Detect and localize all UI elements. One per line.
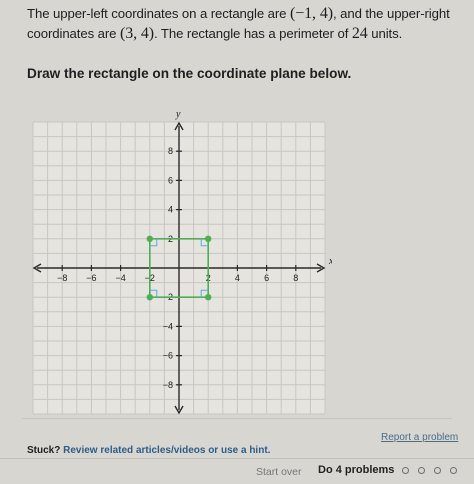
progress-dot	[402, 467, 409, 474]
coordinate-plane[interactable]: xy−8−6−4−224688642−2−4−6−8	[22, 96, 332, 418]
x-tick-label: 8	[293, 273, 298, 283]
report-problem-link[interactable]: Report a problem	[381, 432, 458, 443]
do-problems-label: Do 4 problems	[318, 464, 395, 476]
y-tick-label: −8	[163, 380, 173, 390]
coordinate-plane-svg[interactable]: xy−8−6−4−224688642−2−4−6−8	[22, 96, 332, 418]
problem-line-1: The upper-left coordinates on a rectangl…	[27, 4, 467, 24]
problem-text: . The rectangle has a perimeter of	[154, 26, 352, 41]
vertex-handle[interactable]	[146, 294, 153, 301]
progress-dot	[418, 467, 425, 474]
x-tick-label: −8	[57, 273, 67, 283]
progress-dot	[450, 467, 457, 474]
progress-dots	[402, 467, 457, 474]
nav-divider	[0, 458, 474, 459]
footer-divider	[22, 418, 452, 419]
stuck-help: Stuck? Review related articles/videos or…	[27, 445, 270, 456]
problem-text: , and the upper-right	[332, 6, 450, 21]
x-tick-label: −6	[86, 273, 96, 283]
vertex-handle[interactable]	[146, 235, 153, 242]
start-over-button[interactable]: Start over	[256, 466, 302, 478]
y-tick-label: 4	[168, 205, 173, 215]
x-tick-label: 4	[235, 273, 240, 283]
stuck-label: Stuck?	[27, 445, 61, 456]
problem-text: The upper-left coordinates on a rectangl…	[27, 6, 290, 21]
problem-statement: The upper-left coordinates on a rectangl…	[27, 4, 467, 44]
instruction: Draw the rectangle on the coordinate pla…	[27, 66, 352, 81]
vertex-handle[interactable]	[205, 294, 212, 301]
problem-line-2: coordinates are (3, 4). The rectangle ha…	[27, 24, 467, 44]
y-axis-label: y	[175, 109, 181, 120]
perimeter-value: 24	[351, 25, 368, 42]
y-tick-label: 8	[168, 146, 173, 156]
y-tick-label: −4	[163, 321, 173, 331]
y-tick-label: 6	[168, 175, 173, 185]
x-tick-label: −4	[115, 273, 125, 283]
x-tick-label: 6	[264, 273, 269, 283]
upper-left-coordinate: (−1, 4)	[289, 5, 333, 22]
problem-text: coordinates are	[27, 26, 120, 41]
progress-dot	[434, 467, 441, 474]
hint-link[interactable]: Review related articles/videos or use a …	[63, 445, 270, 456]
vertex-handle[interactable]	[205, 235, 212, 242]
x-axis-label: x	[328, 256, 332, 267]
y-tick-label: −6	[163, 351, 173, 361]
problem-text: units.	[367, 26, 403, 41]
upper-right-coordinate: (3, 4)	[119, 25, 155, 42]
